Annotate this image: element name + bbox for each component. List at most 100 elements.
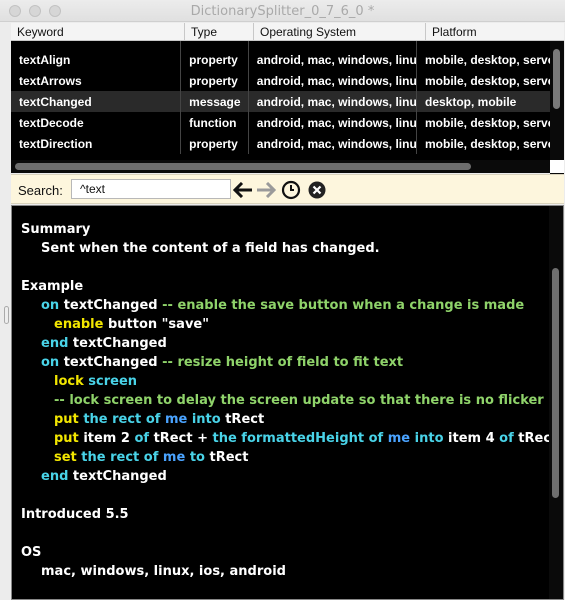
code-token: -- enable the save button when a change …: [162, 298, 525, 313]
code-token: me: [164, 412, 192, 427]
documentation-panel: Summary Sent when the content of a field…: [11, 205, 564, 600]
table-row[interactable]: textDirection property android, mac, win…: [11, 133, 552, 154]
search-bar: Search:: [11, 174, 564, 204]
code-line: enable button "save": [21, 315, 546, 334]
code-token: set: [54, 450, 82, 465]
table-row[interactable]: textDecode function android, mac, window…: [11, 112, 552, 133]
example-code: on textChanged -- enable the save button…: [21, 296, 557, 486]
code-token: item 4: [448, 431, 500, 446]
summary-text: Sent when the content of a field has cha…: [41, 241, 380, 256]
code-token: the: [83, 412, 113, 427]
table-row[interactable]: textAlign property android, mac, windows…: [11, 49, 552, 70]
scroll-corner: [550, 160, 564, 173]
table-header: Keyword Type Operating System Platform: [11, 23, 564, 41]
code-token: -- resize height of field to fit text: [162, 355, 404, 370]
table-vertical-scroll-thumb[interactable]: [553, 49, 560, 109]
code-line: -- lock screen to delay the screen updat…: [21, 391, 546, 410]
code-token: lock: [54, 374, 89, 389]
column-header-type[interactable]: Type: [185, 23, 254, 41]
splitter-handle[interactable]: [4, 306, 9, 324]
table-row-selected[interactable]: textChanged message android, mac, window…: [11, 91, 552, 112]
code-token: of: [368, 431, 388, 446]
keyword-table: Keyword Type Operating System Platform t…: [11, 23, 564, 181]
code-token: into: [191, 412, 226, 427]
cell-keyword: textDecode: [11, 112, 182, 133]
table-horizontal-scroll-thumb[interactable]: [15, 163, 471, 170]
code-token: of: [134, 431, 154, 446]
code-token: enable: [54, 317, 108, 332]
code-line: end textChanged: [21, 467, 546, 486]
code-token: the: [212, 431, 242, 446]
code-token: of: [145, 412, 165, 427]
code-token: of: [499, 431, 519, 446]
example-heading: Example: [21, 279, 84, 294]
cell-keyword: textArrows: [11, 70, 182, 91]
code-token: -- lock screen to delay the screen updat…: [54, 393, 544, 408]
code-token: me: [387, 431, 415, 446]
code-token: screen: [88, 374, 138, 389]
cell-platform: mobile, desktop, server: [417, 70, 552, 91]
code-token: tRect: [225, 412, 265, 427]
cell-os: android, mac, windows, linux: [248, 49, 417, 70]
code-token: tRect: [209, 450, 249, 465]
column-header-os[interactable]: Operating System: [254, 23, 426, 41]
table-row[interactable]: textArrows property android, mac, window…: [11, 70, 552, 91]
code-token: me: [162, 450, 190, 465]
cell-os: android, mac, windows, linux: [248, 112, 417, 133]
cell-type: message: [181, 91, 249, 112]
documentation-vertical-scrollbar[interactable]: [549, 206, 563, 599]
code-token: the: [81, 450, 111, 465]
code-token: button "save": [107, 317, 210, 332]
cell-keyword: textDirection: [11, 133, 182, 154]
code-token: on: [41, 355, 64, 370]
code-line: lock screen: [21, 372, 546, 391]
forward-arrow-icon[interactable]: [256, 180, 276, 200]
code-token: end: [41, 336, 73, 351]
summary-heading: Summary: [21, 222, 91, 237]
code-token: to: [189, 450, 210, 465]
window-title: DictionarySplitter_0_7_6_0 *: [190, 4, 375, 19]
cell-keyword: textChanged: [11, 91, 182, 112]
cell-keyword: textAlign: [11, 49, 182, 70]
column-header-keyword[interactable]: Keyword: [11, 23, 185, 41]
search-input[interactable]: [71, 179, 231, 199]
code-token: textChanged: [72, 469, 167, 484]
code-token: of: [143, 450, 163, 465]
search-label: Search:: [18, 183, 63, 198]
documentation-scroll-thumb[interactable]: [552, 268, 559, 498]
cell-type: property: [181, 49, 249, 70]
cell-os: android, mac, windows, linux: [248, 70, 417, 91]
code-token: formattedHeight: [241, 431, 369, 446]
code-token: into: [414, 431, 449, 446]
code-token: item 2: [83, 431, 135, 446]
code-token: textChanged: [63, 355, 163, 370]
clear-x-icon[interactable]: [307, 180, 327, 200]
code-token: tRect +: [153, 431, 213, 446]
os-text: mac, windows, linux, ios, android: [41, 564, 286, 579]
cell-type: property: [181, 70, 249, 91]
clock-icon[interactable]: [281, 180, 301, 200]
code-line: put the rect of me into tRect: [21, 410, 546, 429]
code-token: rect: [112, 412, 146, 427]
code-line: end textChanged: [21, 334, 546, 353]
cell-os: android, mac, windows, linux: [249, 91, 417, 112]
documentation-text: Summary Sent when the content of a field…: [21, 220, 557, 581]
cell-os: android, mac, windows, linux: [248, 133, 417, 154]
introduced-version: Introduced 5.5: [21, 507, 129, 522]
table-horizontal-scrollbar[interactable]: [11, 160, 550, 173]
code-token: put: [54, 431, 84, 446]
cell-type: property: [181, 133, 249, 154]
column-header-platform[interactable]: Platform: [426, 23, 564, 41]
code-line: on textChanged -- enable the save button…: [21, 296, 546, 315]
code-line: set the rect of me to tRect: [21, 448, 546, 467]
code-line: on textChanged -- resize height of field…: [21, 353, 546, 372]
code-token: rect: [110, 450, 144, 465]
cell-platform: mobile, desktop, server: [417, 49, 552, 70]
code-token: on: [41, 298, 64, 313]
back-arrow-icon[interactable]: [233, 180, 253, 200]
table-row-partial: [11, 41, 552, 49]
cell-platform: mobile, desktop, server: [417, 133, 552, 154]
